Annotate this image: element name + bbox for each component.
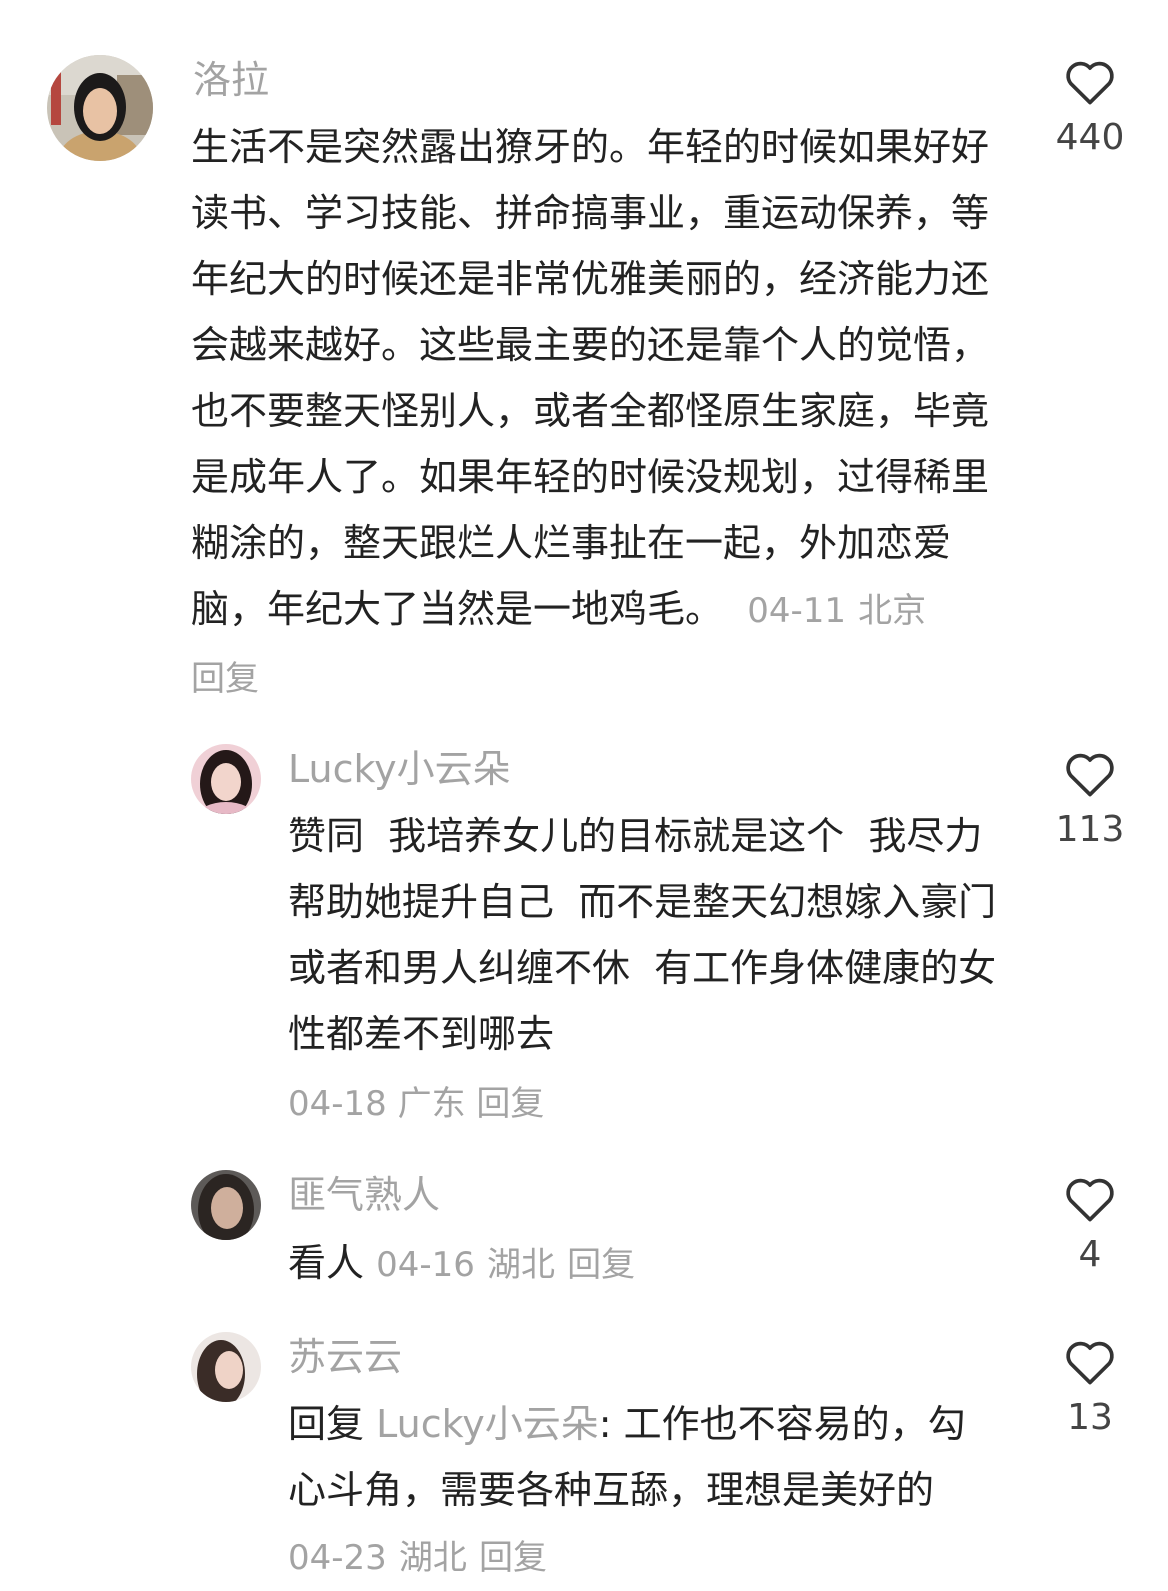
comment-text: 看人 04-16 湖北 回复 (288, 1230, 1000, 1298)
avatar-photo-icon (47, 55, 153, 161)
like-button[interactable]: 113 (1030, 750, 1150, 852)
heart-outline-icon (1066, 1341, 1114, 1385)
comment-username[interactable]: 洛拉 (193, 56, 269, 104)
comment-date: 04-16 (376, 1245, 475, 1285)
like-button[interactable]: 4 (1030, 1175, 1150, 1277)
avatar-photo-icon (191, 744, 261, 814)
like-button[interactable]: 440 (1030, 58, 1150, 160)
like-count: 13 (1067, 1397, 1113, 1438)
comment-username[interactable]: 匪气熟人 (288, 1171, 440, 1219)
comment-text: 生活不是突然露出獠牙的。年轻的时候如果好好读书、学习技能、拼命搞事业，重运动保养… (191, 114, 1006, 712)
avatar-photo-icon (191, 1170, 261, 1240)
reply-button[interactable]: 回复 (476, 1084, 544, 1124)
comment-body: 看人 (288, 1241, 365, 1285)
heart-outline-icon (1066, 61, 1114, 105)
comment-location: 北京 (858, 591, 927, 631)
reply-button[interactable]: 回复 (567, 1245, 635, 1285)
heart-outline-icon (1066, 753, 1114, 797)
comment-text: 赞同 我培养女儿的目标就是这个 我尽力帮助她提升自己 而不是整天幻想嫁入豪门或者… (288, 814, 997, 1056)
reply-prefix: 回复 (288, 1402, 365, 1446)
reply-button[interactable]: 回复 (191, 659, 259, 699)
avatar[interactable] (191, 1332, 261, 1402)
comment-location: 广东 (397, 1084, 466, 1124)
like-count: 440 (1055, 117, 1125, 158)
comment-date: 04-23 (288, 1538, 387, 1578)
comment-username[interactable]: Lucky小云朵 (288, 745, 511, 793)
reply-button[interactable]: 回复 (479, 1538, 547, 1578)
like-count: 4 (1078, 1234, 1102, 1275)
comment-location: 湖北 (398, 1538, 467, 1578)
comment-meta: 04-18 广东 回复 (288, 1080, 544, 1128)
comment-body: 生活不是突然露出獠牙的。年轻的时候如果好好读书、学习技能、拼命搞事业，重运动保养… (191, 125, 990, 631)
comment-text: 回复 Lucky小云朵: 工作也不容易的，勾心斗角，需要各种互舔，理想是美好的 … (288, 1391, 1000, 1591)
like-button[interactable]: 13 (1030, 1338, 1150, 1440)
avatar[interactable] (47, 55, 153, 161)
comment-location: 湖北 (487, 1245, 555, 1285)
avatar[interactable] (191, 1170, 261, 1240)
comment-username[interactable]: 苏云云 (288, 1333, 402, 1381)
comment-date: 04-18 (288, 1084, 387, 1124)
heart-outline-icon (1066, 1178, 1114, 1222)
like-count: 113 (1055, 809, 1125, 850)
reply-mention[interactable]: Lucky小云朵 (376, 1402, 599, 1446)
avatar[interactable] (191, 744, 261, 814)
comment-date: 04-11 (747, 591, 846, 631)
avatar-photo-icon (191, 1332, 261, 1402)
